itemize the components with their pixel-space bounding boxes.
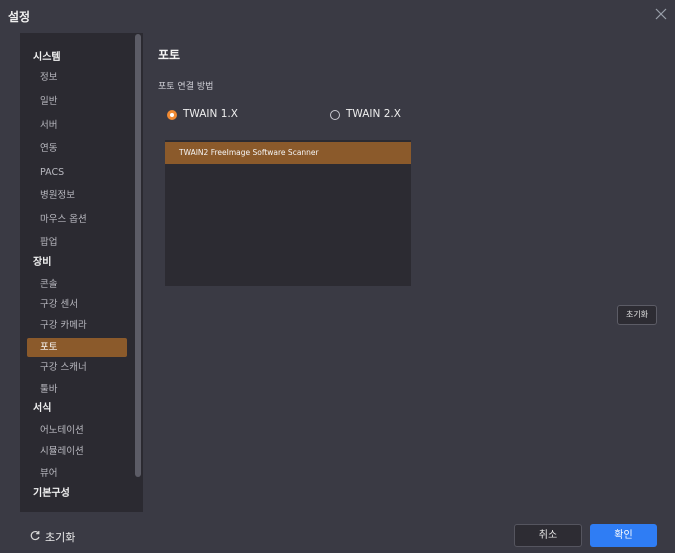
settings-sidebar: 시스템 정보 일반 서버 연동 PACS 병원정보 마우스 옵션 팝업 장비 콘…: [20, 33, 143, 512]
sidebar-item-intraoral-camera[interactable]: 구강 카메라: [27, 316, 143, 335]
sidebar-item-console[interactable]: 콘솔: [27, 275, 143, 294]
ok-button[interactable]: 확인: [590, 524, 657, 547]
sidebar-scrollbar[interactable]: [135, 34, 141, 477]
sidebar-item-info[interactable]: 정보: [27, 68, 143, 87]
radio-twain-2x[interactable]: TWAIN 2.X: [330, 108, 420, 124]
sidebar-item-pacs[interactable]: PACS: [27, 163, 143, 182]
radio-twain-1x[interactable]: TWAIN 1.X: [167, 108, 257, 124]
sidebar-item-toolbar[interactable]: 툴바: [27, 380, 143, 399]
title-bar: 설정: [0, 0, 675, 30]
close-button[interactable]: [653, 6, 669, 22]
sidebar-item-general[interactable]: 일반: [27, 92, 143, 111]
sidebar-item-intraoral-sensor[interactable]: 구강 센서: [27, 295, 143, 314]
sidebar-item-mouse-options[interactable]: 마우스 옵션: [27, 210, 143, 229]
cancel-button[interactable]: 취소: [514, 524, 582, 547]
sidebar-section-basic-config: 기본구성: [33, 488, 70, 499]
radio-twain-1x-label: TWAIN 1.X: [183, 108, 238, 120]
sidebar-item-hospital-info[interactable]: 병원정보: [27, 186, 143, 205]
sidebar-section-format: 서식: [33, 403, 52, 414]
sidebar-item-annotation[interactable]: 어노테이션: [27, 421, 143, 440]
sidebar-item-integration[interactable]: 연동: [27, 139, 143, 158]
refresh-icon: [30, 530, 40, 541]
sidebar-item-popup[interactable]: 팝업: [27, 233, 143, 252]
radio-twain-2x-label: TWAIN 2.X: [346, 108, 401, 120]
window-title: 설정: [8, 10, 31, 24]
scanner-list-item[interactable]: TWAIN2 FreeImage Software Scanner: [165, 142, 411, 164]
sidebar-item-viewer[interactable]: 뷰어: [27, 464, 143, 483]
sidebar-section-system: 시스템: [33, 52, 61, 63]
sidebar-section-equipment: 장비: [33, 257, 52, 268]
close-icon: [655, 8, 667, 20]
sidebar-item-server[interactable]: 서버: [27, 116, 143, 135]
sidebar-item-photo[interactable]: 포토: [27, 338, 127, 357]
page-title: 포토: [158, 48, 181, 62]
connection-method-label: 포토 연결 방법: [158, 82, 214, 92]
sidebar-item-simulation[interactable]: 시뮬레이션: [27, 442, 143, 461]
sidebar-item-intraoral-scanner[interactable]: 구강 스캐너: [27, 358, 143, 377]
scanner-list: TWAIN2 FreeImage Software Scanner: [165, 140, 411, 286]
radio-unselected-icon: [330, 110, 340, 120]
reset-photo-button[interactable]: 초기화: [617, 305, 657, 325]
radio-selected-icon: [167, 110, 177, 120]
reset-all-label: 초기화: [45, 531, 76, 544]
